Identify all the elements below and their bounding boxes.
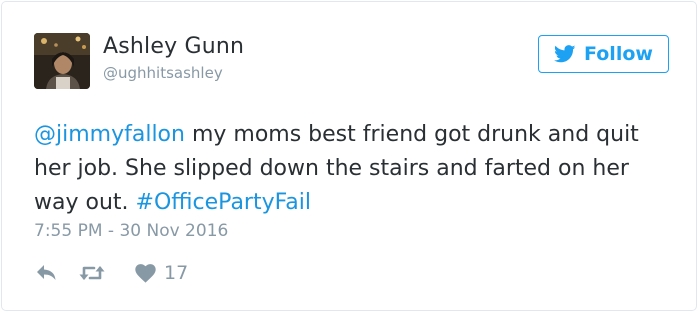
reply-button[interactable] <box>36 264 58 282</box>
tweet-card: Ashley Gunn @ughhitsashley Follow @jimmy… <box>1 1 697 311</box>
like-button[interactable]: 17 <box>135 262 188 284</box>
tweet-text: @jimmyfallon my moms best friend got dru… <box>34 118 674 220</box>
author-name[interactable]: Ashley Gunn <box>103 34 244 59</box>
tweet-actions: 17 <box>36 260 188 286</box>
like-count: 17 <box>164 262 189 284</box>
tweet-timestamp[interactable]: 7:55 PM - 30 Nov 2016 <box>34 221 228 241</box>
reply-icon <box>37 265 56 280</box>
hashtag-link[interactable]: #OfficePartyFail <box>136 190 311 215</box>
heart-icon <box>135 263 156 283</box>
retweet-button[interactable] <box>79 264 105 282</box>
follow-button-label: Follow <box>584 43 653 65</box>
profile-photo <box>34 33 90 89</box>
retweet-icon <box>79 266 105 280</box>
mention-link[interactable]: @jimmyfallon <box>34 122 185 147</box>
author-handle[interactable]: @ughhitsashley <box>103 64 223 82</box>
avatar[interactable] <box>34 33 90 89</box>
follow-button[interactable]: Follow <box>538 35 669 73</box>
twitter-bird-icon <box>554 45 576 63</box>
